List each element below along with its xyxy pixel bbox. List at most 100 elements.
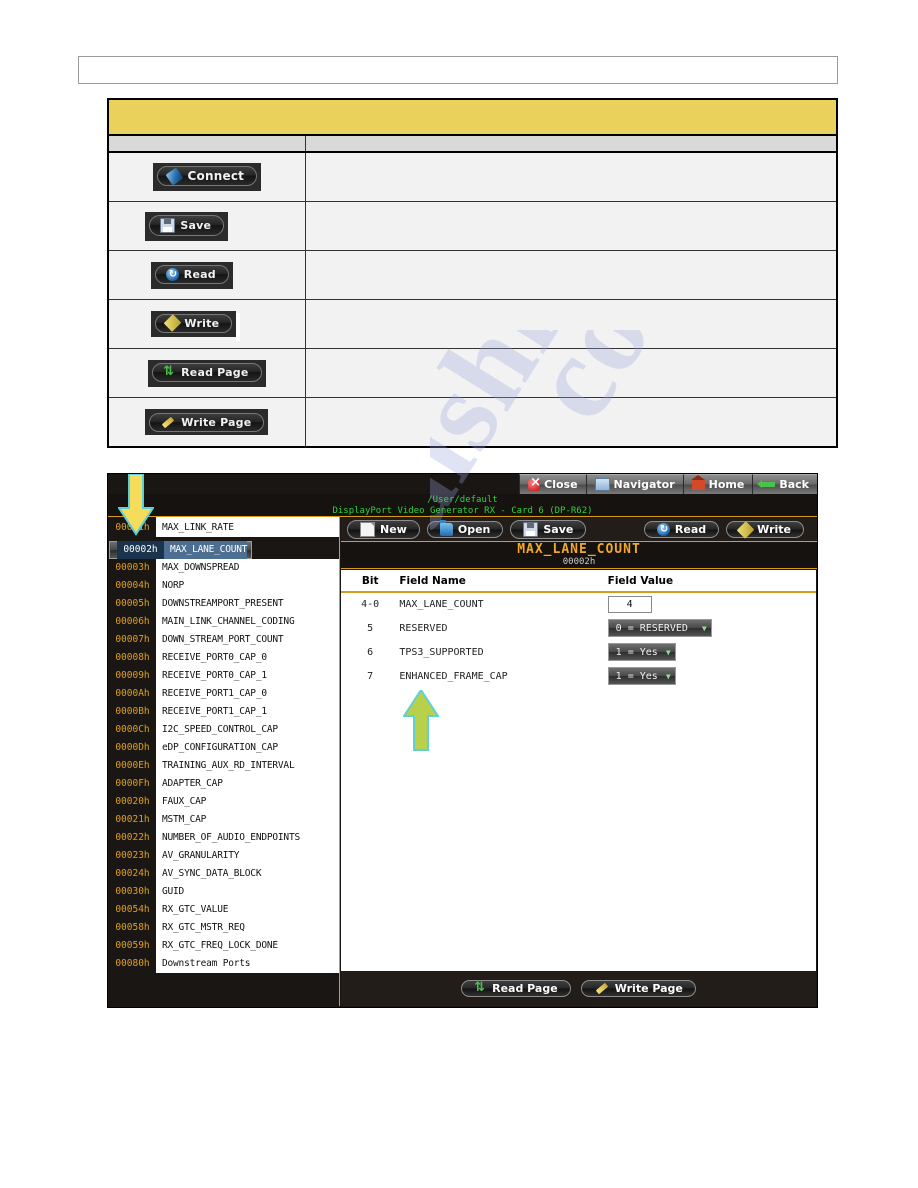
register-row[interactable]: 00023h AV_GRANULARITY	[109, 847, 339, 865]
field-row: 6 TPS3_SUPPORTED 1 = Yes ▼	[341, 640, 816, 664]
app-read-page-button[interactable]: Read Page	[461, 980, 571, 997]
register-address-cell: 00002h	[117, 541, 164, 559]
app-read-page-label: Read Page	[492, 982, 558, 995]
annotation-arrow-up	[403, 690, 439, 752]
register-row[interactable]: 00002h MAX_LANE_COUNT	[109, 541, 253, 559]
register-row[interactable]: 00009h RECEIVE_PORT0_CAP_1	[109, 667, 339, 685]
field-value-dropdown-label: 1 = Yes	[615, 670, 658, 682]
register-row[interactable]: 00030h GUID	[109, 883, 339, 901]
app-write-page-button[interactable]: Write Page	[580, 980, 696, 997]
pencil-icon	[161, 416, 175, 429]
table-row: Write Page	[107, 397, 838, 448]
write-page-button[interactable]: Write Page	[145, 409, 269, 435]
register-name-cell: AV_GRANULARITY	[156, 847, 339, 865]
field-value-input[interactable]: 4	[607, 596, 652, 613]
register-name-cell: RECEIVE_PORT1_CAP_0	[156, 685, 339, 703]
register-address-cell: 00054h	[109, 901, 156, 919]
register-row[interactable]: 00021h MSTM_CAP	[109, 811, 339, 829]
write-button[interactable]: Write	[151, 310, 241, 341]
register-address-cell: 00006h	[109, 613, 156, 631]
table-cell-description	[304, 151, 838, 202]
field-value-dropdown[interactable]: 1 = Yes ▼	[607, 643, 676, 661]
register-row[interactable]: 0000Dh eDP_CONFIGURATION_CAP	[109, 739, 339, 757]
connect-button[interactable]: Connect	[152, 163, 262, 191]
chevron-down-icon: ▼	[665, 647, 671, 657]
field-value-cell: 0 = RESERVED ▼	[607, 616, 816, 640]
close-button[interactable]: Close	[519, 474, 586, 494]
register-address-cell: 0000Ch	[109, 721, 156, 739]
app-write-button[interactable]: Write	[726, 520, 804, 539]
field-value-cell: 1 = Yes ▼	[607, 664, 816, 688]
back-button[interactable]: Back	[752, 474, 817, 494]
field-panel: Bit Field Name Field Value 4-0 MAX_LANE_C…	[341, 570, 816, 971]
register-address-cell: 0000Eh	[109, 757, 156, 775]
pencil-icon	[595, 982, 608, 995]
register-row[interactable]: 0000Ah RECEIVE_PORT1_CAP_0	[109, 685, 339, 703]
register-row[interactable]: 00008h RECEIVE_PORT0_CAP_0	[109, 649, 339, 667]
register-row[interactable]: 00059h RX_GTC_FREQ_LOCK_DONE	[109, 937, 339, 955]
navigator-button[interactable]: Navigator	[585, 474, 683, 494]
register-name-cell: Downstream Ports	[156, 955, 339, 973]
field-value-dropdown[interactable]: 1 = Yes ▼	[607, 667, 676, 685]
field-value-dropdown[interactable]: 0 = RESERVED ▼	[607, 619, 712, 637]
app-write-page-label: Write Page	[614, 982, 683, 995]
window-title-bar: /User/default DisplayPort Video Generato…	[108, 494, 817, 517]
register-row[interactable]: 0000Fh ADAPTER_CAP	[109, 775, 339, 793]
register-row[interactable]: 00005h DOWNSTREAMPORT_PRESENT	[109, 595, 339, 613]
app-read-button[interactable]: Read	[643, 521, 720, 538]
register-name-cell: RECEIVE_PORT0_CAP_0	[156, 649, 339, 667]
save-button-label: Save	[180, 218, 212, 232]
register-row[interactable]: 00058h RX_GTC_MSTR_REQ	[109, 919, 339, 937]
navigator-button-label: Navigator	[613, 478, 675, 491]
register-row[interactable]: 0000Bh RECEIVE_PORT1_CAP_1	[109, 703, 339, 721]
register-row[interactable]: 00080h Downstream Ports	[109, 955, 339, 973]
register-row[interactable]: 00004h NORP	[109, 577, 339, 595]
field-value-cell: 4	[607, 592, 816, 616]
table-row: Read Page	[107, 348, 838, 398]
register-list[interactable]: 00000hDPCD_REV00001hMAX_LINK_RATE00002hM…	[109, 501, 340, 1006]
register-address-cell: 00024h	[109, 865, 156, 883]
read-page-button[interactable]: Read Page	[148, 359, 266, 387]
register-row[interactable]: 00054h RX_GTC_VALUE	[109, 901, 339, 919]
new-button[interactable]: New	[347, 520, 420, 539]
pencil-icon	[736, 520, 755, 539]
register-name-cell: RX_GTC_VALUE	[156, 901, 339, 919]
register-name-cell: NORP	[156, 577, 339, 595]
table-title-row	[107, 98, 838, 136]
register-address-cell: 00020h	[109, 793, 156, 811]
register-address-cell: 00030h	[109, 883, 156, 901]
field-name: MAX_LANE_COUNT	[399, 599, 484, 610]
register-name-cell: RECEIVE_PORT0_CAP_1	[156, 667, 339, 685]
register-name-cell: RX_GTC_MSTR_REQ	[156, 919, 339, 937]
table-row: Connect	[107, 151, 838, 202]
register-row[interactable]: 00020h FAUX_CAP	[109, 793, 339, 811]
up-down-arrow-icon	[163, 365, 176, 379]
button-reference-table: Connect Save Read	[107, 98, 838, 448]
read-button[interactable]: Read	[150, 261, 233, 289]
register-name-cell: MAIN_LINK_CHANNEL_CODING	[156, 613, 339, 631]
field-table-header-row: Bit Field Name Field Value	[341, 570, 816, 591]
register-row[interactable]: 00007h DOWN_STREAM_PORT_COUNT	[109, 631, 339, 649]
field-value-dropdown-label: 1 = Yes	[615, 646, 658, 658]
register-name-cell: MAX_LANE_COUNT	[164, 541, 247, 559]
header-textbox	[78, 56, 838, 84]
field-name: TPS3_SUPPORTED	[399, 646, 484, 658]
table-row: Write	[107, 299, 838, 349]
open-button[interactable]: Open	[426, 520, 504, 538]
register-row[interactable]: 00003h MAX_DOWNSPREAD	[109, 559, 339, 577]
field-header-value: Field Value	[607, 575, 674, 587]
register-row[interactable]: 00006h MAIN_LINK_CHANNEL_CODING	[109, 613, 339, 631]
table-row: Read	[107, 250, 838, 300]
chevron-down-icon: ▼	[701, 623, 707, 633]
field-value-cell: 1 = Yes ▼	[607, 640, 816, 664]
register-row[interactable]: 00024h AV_SYNC_DATA_BLOCK	[109, 865, 339, 883]
home-button[interactable]: Home	[682, 474, 753, 494]
register-row[interactable]: 0000Eh TRAINING_AUX_RD_INTERVAL	[109, 757, 339, 775]
save-button[interactable]: Save	[145, 211, 229, 241]
register-row[interactable]: 0000Ch I2C_SPEED_CONTROL_CAP	[109, 721, 339, 739]
app-write-button-label: Write	[757, 523, 791, 536]
register-address-cell: 0000Bh	[109, 703, 156, 721]
register-address-cell: 00003h	[109, 559, 156, 577]
app-save-button[interactable]: Save	[510, 520, 587, 539]
register-row[interactable]: 00022h NUMBER_OF_AUDIO_ENDPOINTS	[109, 829, 339, 847]
